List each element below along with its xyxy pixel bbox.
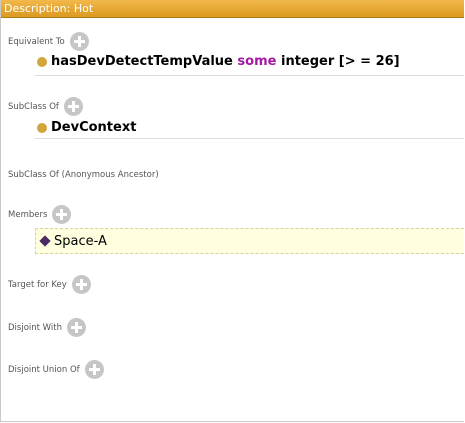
equivalent-divider — [35, 75, 464, 76]
member-name: Space-A — [54, 233, 107, 249]
equivalent-expression-row[interactable]: hasDevDetectTempValue some integer [> = … — [37, 54, 464, 69]
member-row[interactable]: Space-A — [35, 228, 464, 254]
anonymous-ancestor-label: SubClass Of (Anonymous Ancestor) — [8, 170, 159, 180]
add-disjoint-union-icon[interactable] — [84, 360, 104, 379]
add-equivalent-icon[interactable] — [69, 32, 89, 51]
disjoint-with-header: Disjoint With — [8, 318, 86, 337]
add-key-icon[interactable] — [71, 275, 91, 294]
facet-restriction: [> = 26] — [338, 54, 400, 69]
subclass-of-label: SubClass Of — [8, 101, 59, 112]
class-circle-icon — [37, 56, 47, 67]
equivalent-to-label: Equivalent To — [8, 36, 65, 47]
equivalent-to-header: Equivalent To — [8, 32, 89, 51]
panel-title: Description: Hot — [1, 0, 464, 18]
quantifier-keyword: some — [237, 54, 277, 69]
disjoint-with-label: Disjoint With — [8, 322, 62, 333]
subclass-name: DevContext — [51, 120, 137, 135]
members-header: Members — [8, 205, 72, 224]
target-for-key-label: Target for Key — [8, 279, 67, 290]
class-circle-icon — [37, 122, 47, 133]
members-label: Members — [8, 209, 48, 220]
subclass-row[interactable]: DevContext — [37, 120, 464, 135]
disjoint-union-of-label: Disjoint Union Of — [8, 364, 80, 375]
property-name: hasDevDetectTempValue — [51, 54, 233, 69]
add-disjoint-icon[interactable] — [66, 318, 86, 337]
add-subclass-icon[interactable] — [63, 97, 83, 116]
individual-diamond-icon — [39, 235, 51, 247]
datatype-name: integer — [280, 54, 335, 69]
add-member-icon[interactable] — [52, 205, 72, 224]
subclass-of-header: SubClass Of — [8, 97, 83, 116]
anonymous-ancestor-header: SubClass Of (Anonymous Ancestor) — [8, 170, 159, 180]
description-panel: Description: Hot Equivalent To hasDevDet… — [0, 0, 464, 422]
subclass-divider — [35, 138, 464, 139]
disjoint-union-of-header: Disjoint Union Of — [8, 360, 104, 379]
target-for-key-header: Target for Key — [8, 275, 91, 294]
